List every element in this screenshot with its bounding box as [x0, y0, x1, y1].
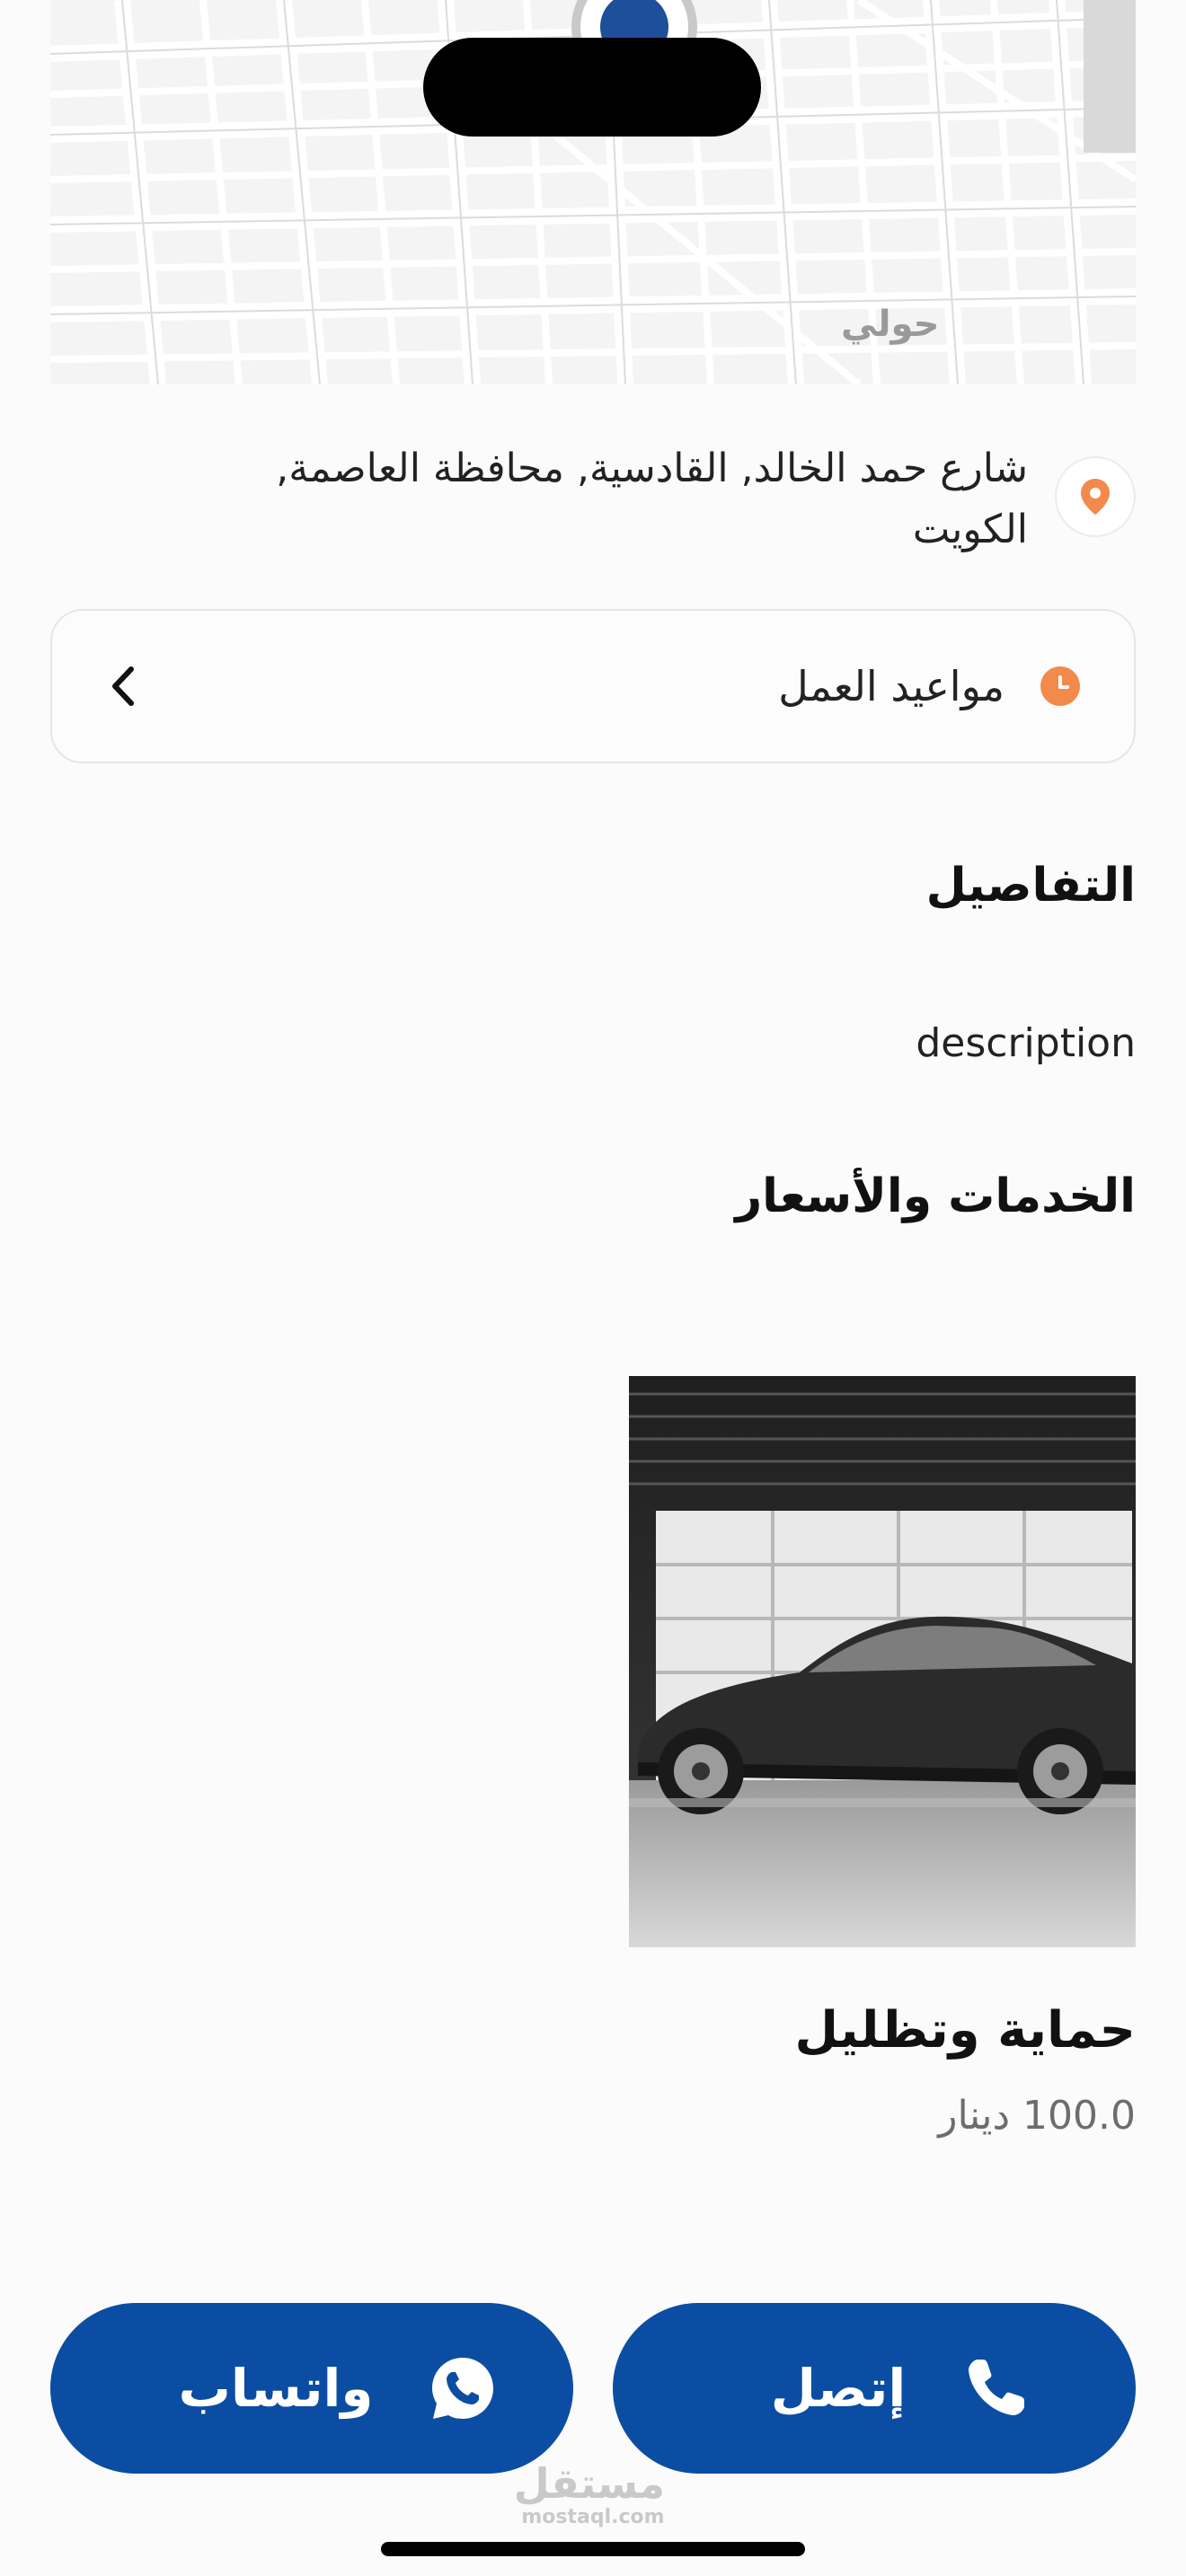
call-button[interactable]: إتصل	[613, 2303, 1136, 2474]
address-row: شارع حمد الخالد, القادسية, محافظة العاصم…	[50, 438, 1136, 560]
map-pin-icon	[1055, 456, 1136, 537]
working-hours-button[interactable]: مواعيد العمل	[50, 609, 1136, 763]
car-photo	[629, 1376, 1136, 1947]
chevron-left-icon	[112, 666, 134, 706]
working-hours-label: مواعيد العمل	[778, 662, 1005, 710]
watermark-logo: مستقل mostaql.com	[513, 2459, 665, 2528]
service-image[interactable]	[629, 1376, 1136, 1947]
home-indicator[interactable]	[381, 2542, 805, 2556]
watermark-arabic: مستقل	[513, 2459, 665, 2508]
watermark-latin: mostaql.com	[521, 2506, 665, 2528]
call-button-label: إتصل	[770, 2358, 907, 2419]
service-name: حماية وتظليل	[794, 2001, 1136, 2060]
whatsapp-button-label: واتساب	[178, 2358, 374, 2419]
address-text: شارع حمد الخالد, القادسية, محافظة العاصم…	[276, 446, 1028, 552]
service-price: 100.0 دينار	[938, 2093, 1136, 2139]
screen: حولي شارع حمد الخالد, القادسية, محافظة ا…	[0, 0, 1186, 2576]
services-heading: الخدمات والأسعار	[735, 1169, 1136, 1223]
whatsapp-button[interactable]: واتساب	[50, 2303, 573, 2474]
camera-notch	[423, 38, 761, 137]
details-description: description	[916, 1020, 1136, 1066]
map-area-label: حولي	[841, 304, 940, 345]
details-heading: التفاصيل	[925, 859, 1136, 913]
clock-icon	[1040, 666, 1080, 706]
phone-icon	[969, 2360, 1025, 2415]
whatsapp-icon	[432, 2358, 494, 2419]
